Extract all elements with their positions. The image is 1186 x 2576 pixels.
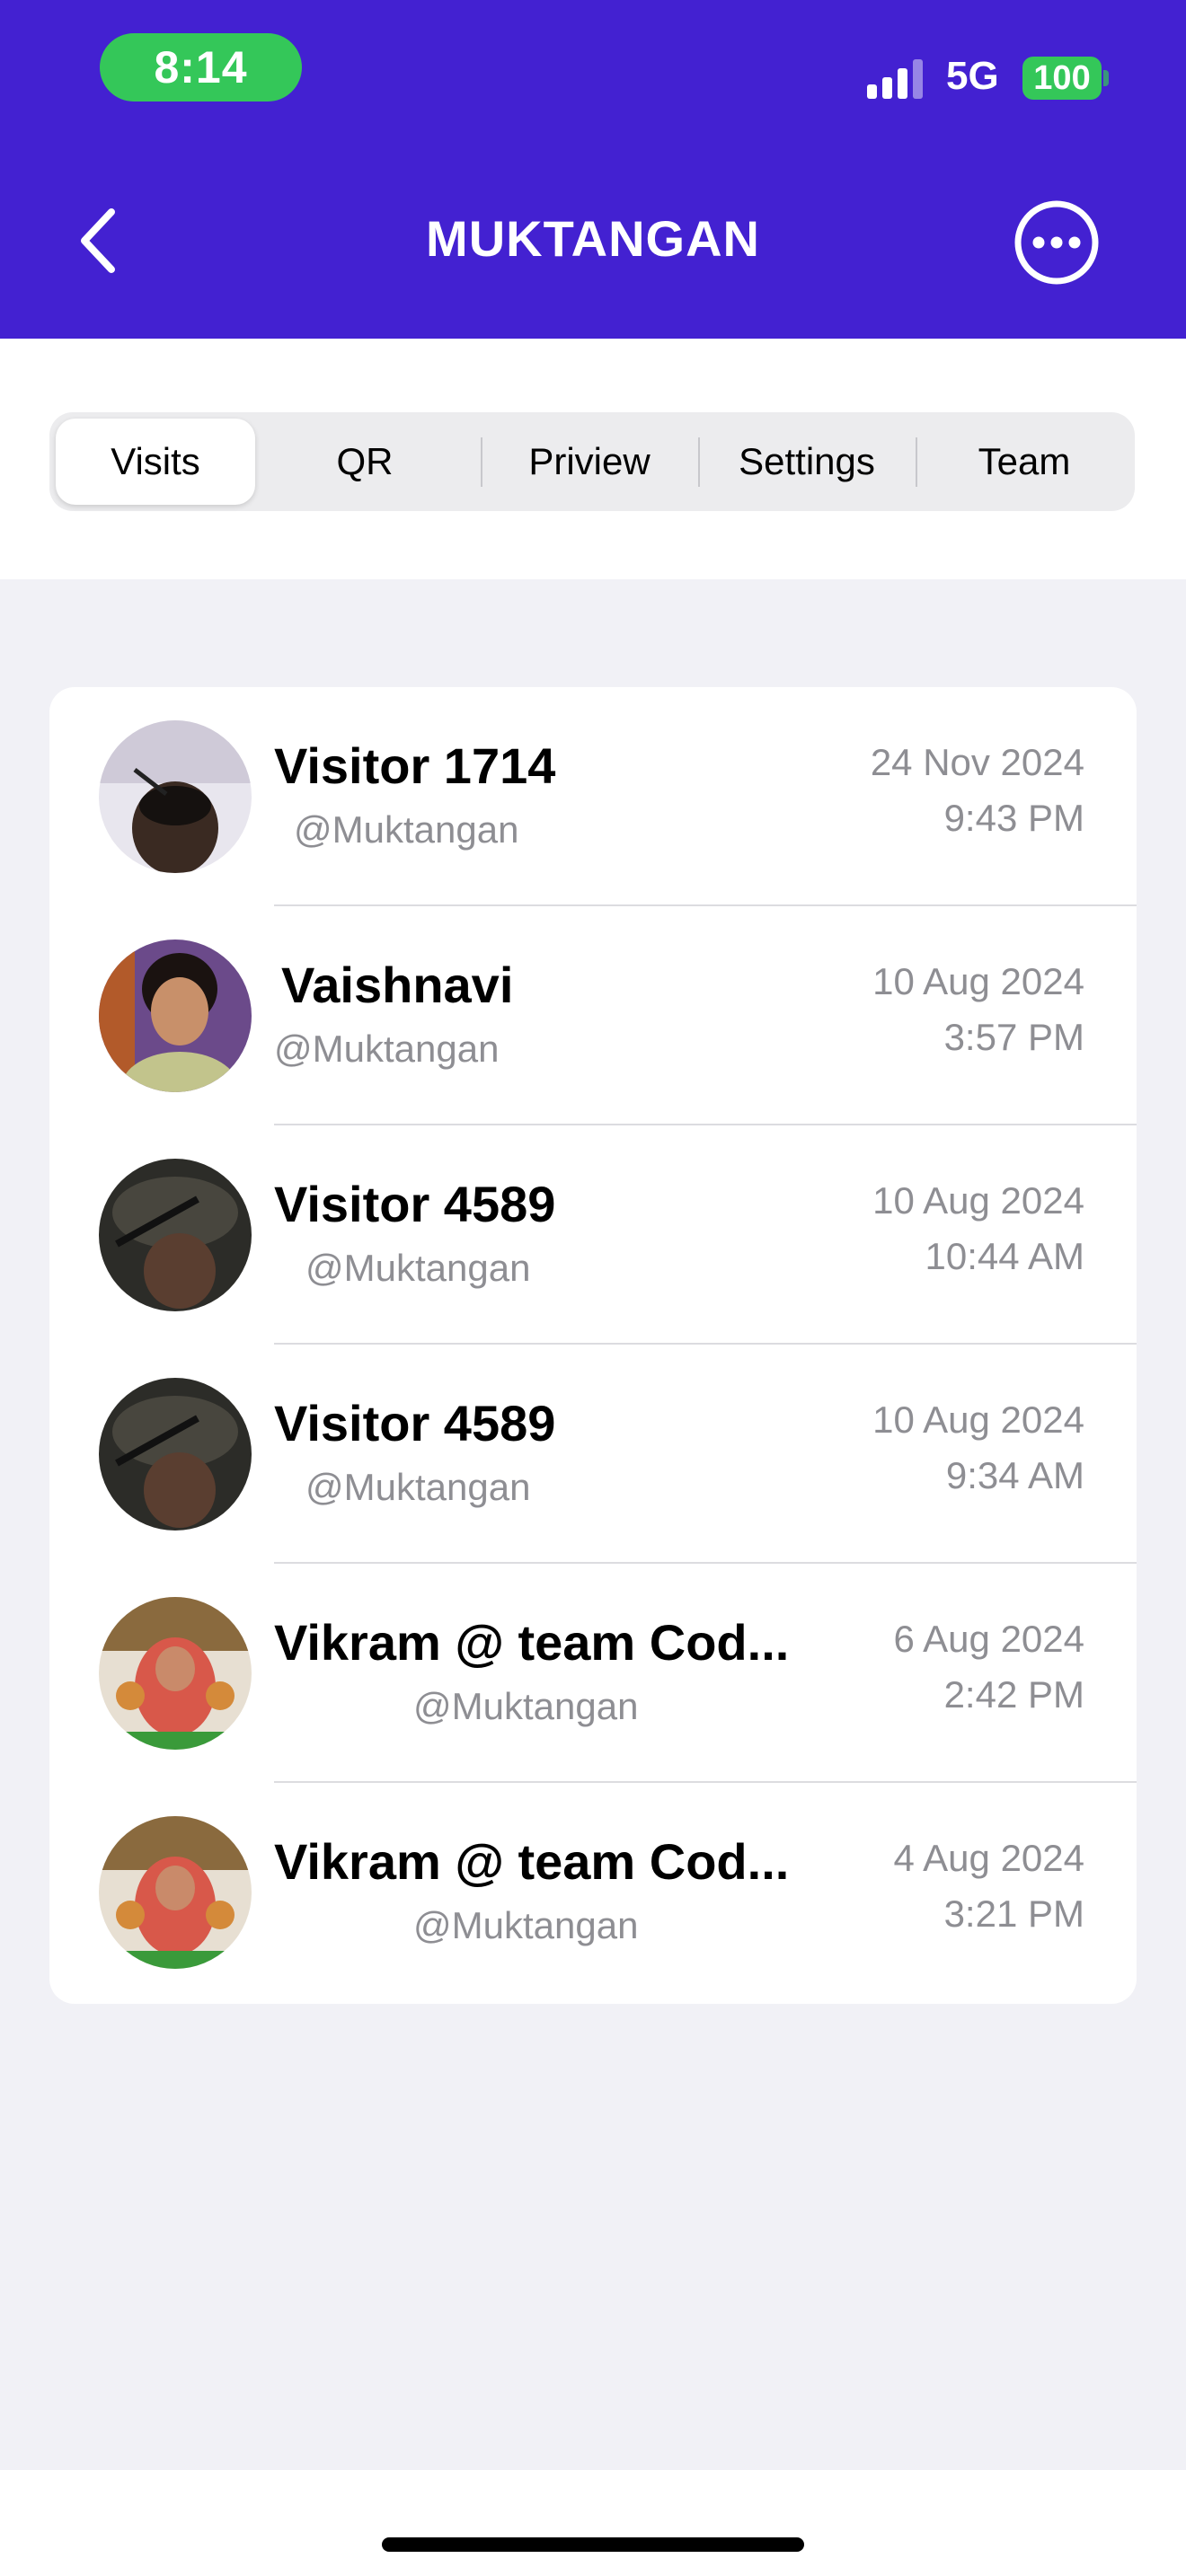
avatar-photo [99,1159,252,1311]
tab-preview[interactable]: Priview [482,412,696,511]
battery-cap [1103,70,1109,86]
visitor-name: Visitor 4589 [274,1395,556,1451]
visit-time: 9:34 AM [945,1454,1084,1496]
avatar [99,1816,252,1969]
network-type: 5G [946,54,999,98]
avatar-photo [99,720,252,873]
ellipsis-circle-icon[interactable] [1013,198,1101,287]
visitor-handle: @Muktangan [413,1685,639,1727]
visit-time: 2:42 PM [943,1673,1084,1716]
visitor-name: Vaishnavi [281,957,514,1013]
tab-settings[interactable]: Settings [700,412,914,511]
visitor-handle: @Muktangan [305,1466,531,1508]
app-header: 8:14 5G 100 MUKTANGAN [0,0,1186,339]
visitor-handle: @Muktangan [274,1028,500,1070]
visitor-name: Visitor 1714 [274,737,556,794]
visitor-name: Vikram @ team Cod... [274,1833,790,1890]
tab-bar-area: Visits QR Priview Settings Team [0,339,1186,579]
visit-row[interactable]: Vikram @ team Cod... @Muktangan 4 Aug 20… [49,1783,1137,2002]
avatar [99,720,252,873]
visit-row[interactable]: Visitor 4589 @Muktangan 10 Aug 2024 9:34… [49,1345,1137,1564]
tab-visits[interactable]: Visits [56,419,255,505]
avatar [99,940,252,1092]
visit-date: 24 Nov 2024 [870,741,1084,783]
avatar-photo [99,940,252,1092]
visitor-handle: @Muktangan [413,1904,639,1946]
visitor-handle: @Muktangan [294,808,519,851]
visitor-name: Visitor 4589 [274,1176,556,1232]
visit-date: 4 Aug 2024 [893,1837,1084,1879]
visit-row[interactable]: Vaishnavi @Muktangan 10 Aug 2024 3:57 PM [49,906,1137,1125]
visit-date: 6 Aug 2024 [893,1618,1084,1660]
visit-row[interactable]: Visitor 1714 @Muktangan 24 Nov 2024 9:43… [49,687,1137,906]
battery-indicator: 100 [1022,57,1102,100]
avatar-photo [99,1378,252,1531]
visit-date: 10 Aug 2024 [872,960,1084,1002]
visit-date: 10 Aug 2024 [872,1179,1084,1222]
bottom-safe-area [0,2470,1186,2576]
tab-qr[interactable]: QR [258,412,472,511]
avatar [99,1597,252,1750]
visit-time: 3:21 PM [943,1892,1084,1935]
visit-time: 10:44 AM [925,1235,1084,1277]
visit-row[interactable]: Vikram @ team Cod... @Muktangan 6 Aug 20… [49,1564,1137,1783]
avatar-photo [99,1816,252,1969]
visits-list: Visitor 1714 @Muktangan 24 Nov 2024 9:43… [49,687,1137,2004]
tab-team[interactable]: Team [917,412,1131,511]
visit-date: 10 Aug 2024 [872,1398,1084,1441]
avatar-photo [99,1597,252,1750]
avatar [99,1159,252,1311]
visitor-name: Vikram @ team Cod... [274,1614,790,1671]
visit-time: 9:43 PM [943,797,1084,839]
visit-time: 3:57 PM [943,1016,1084,1058]
home-indicator[interactable] [382,2537,804,2552]
visit-row[interactable]: Visitor 4589 @Muktangan 10 Aug 2024 10:4… [49,1125,1137,1345]
cellular-signal-icon [867,59,923,99]
visitor-handle: @Muktangan [305,1247,531,1289]
status-time[interactable]: 8:14 [100,33,302,101]
page-title: MUKTANGAN [426,210,760,267]
avatar [99,1378,252,1531]
segmented-control: Visits QR Priview Settings Team [49,412,1135,511]
